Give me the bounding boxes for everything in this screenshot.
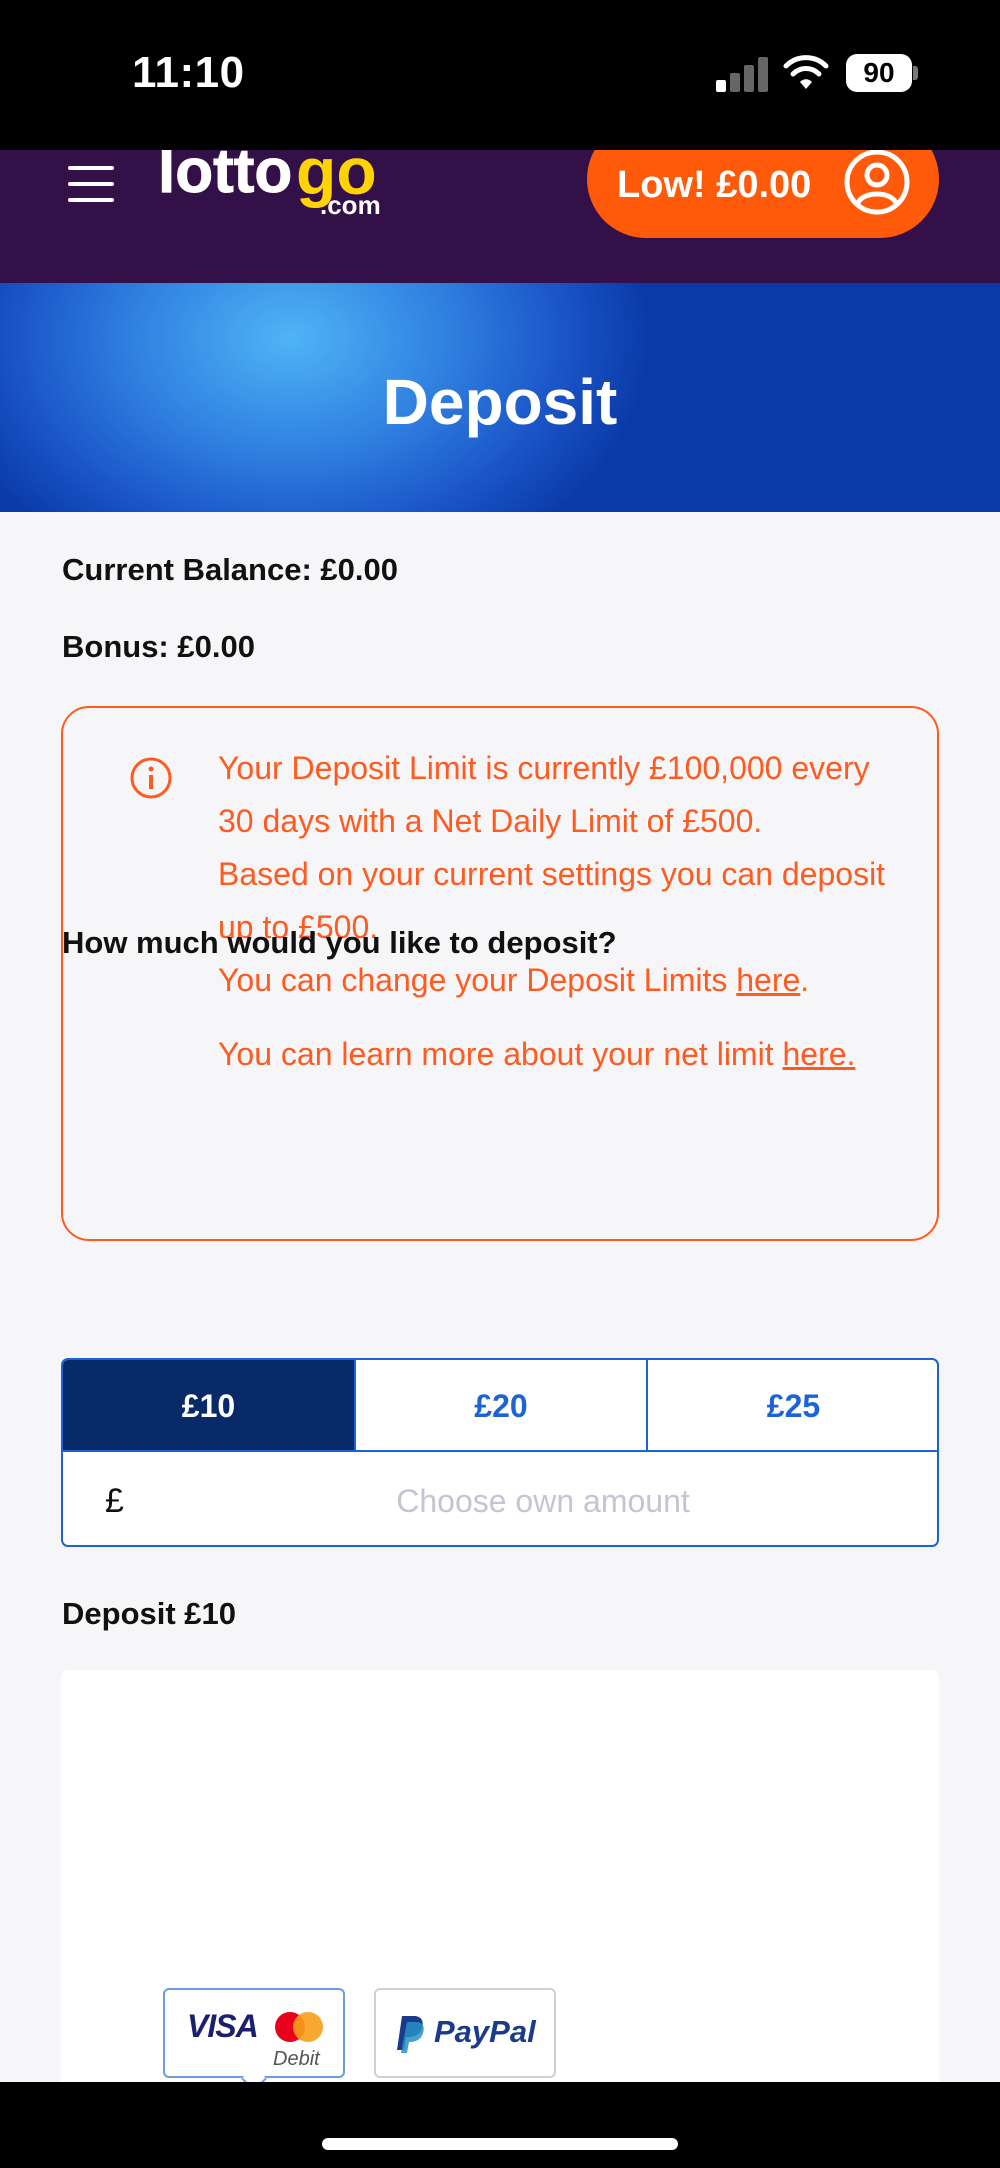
notice-change-suffix: .	[800, 962, 810, 998]
net-limit-link[interactable]: here.	[782, 1036, 855, 1072]
battery-nub	[913, 66, 918, 80]
debit-label: Debit	[273, 2048, 320, 2070]
own-amount-input[interactable]	[163, 1456, 923, 1545]
notice-text: Your Deposit Limit is currently £100,000…	[218, 742, 908, 1081]
mastercard-orange-circle	[293, 2012, 323, 2042]
notice-limit-text: Your Deposit Limit is currently £100,000…	[218, 750, 870, 839]
current-balance: Current Balance: £0.00	[62, 552, 398, 587]
deposit-hero-banner: Deposit	[0, 283, 1000, 512]
home-indicator[interactable]	[322, 2138, 678, 2150]
notice-change-prefix: You can change your Deposit Limits	[218, 962, 737, 998]
notice-change-text: You can change your Deposit Limits here.	[218, 954, 908, 1007]
paypal-logo: PayPal	[434, 2014, 536, 2049]
notice-learn-prefix: You can learn more about your net limit	[218, 1036, 783, 1072]
deposit-content: Current Balance: £0.00 Bonus: £0.00 Your…	[0, 512, 1000, 2082]
notice-learn-text: You can learn more about your net limit …	[218, 1028, 908, 1081]
balance-label: Low! £0.00	[617, 164, 812, 206]
lottogo-logo[interactable]: lotto go .com	[158, 150, 388, 222]
visa-debit-option[interactable]: VISA Debit	[163, 1988, 345, 2082]
user-account-icon	[844, 150, 910, 215]
currency-symbol: £	[105, 1482, 124, 1520]
logo-lotto: lotto	[158, 150, 292, 206]
bonus-balance: Bonus: £0.00	[62, 629, 255, 664]
info-icon	[130, 757, 172, 799]
amount-option-10[interactable]: £10	[63, 1360, 356, 1452]
selected-pointer	[241, 2066, 267, 2082]
battery-icon: 90	[846, 54, 912, 92]
amount-selector: £10 £20 £25 £	[61, 1358, 939, 1547]
deposit-limit-notice: Your Deposit Limit is currently £100,000…	[61, 706, 939, 1241]
status-time: 11:10	[132, 48, 245, 97]
page-title: Deposit	[382, 366, 618, 438]
deposit-question: How much would you like to deposit?	[62, 925, 617, 960]
balance-button[interactable]: Low! £0.00	[587, 150, 939, 238]
wifi-icon	[783, 55, 829, 89]
menu-icon[interactable]	[68, 166, 114, 202]
logo-dotcom: .com	[320, 190, 381, 220]
amount-option-20[interactable]: £20	[356, 1360, 648, 1452]
payment-method-panel: VISA Debit PayPal	[61, 1670, 939, 2082]
cellular-signal-icon	[716, 56, 768, 92]
site-header: lotto go .com Low! £0.00	[0, 150, 1000, 283]
deposit-amount-label: Deposit £10	[62, 1596, 237, 1631]
change-limits-link[interactable]: here	[736, 962, 800, 998]
paypal-option[interactable]: PayPal	[374, 1988, 556, 2078]
status-bar: 11:10 90	[0, 0, 1000, 150]
visa-logo: VISA	[187, 2008, 259, 2044]
home-indicator-bar	[0, 2082, 1000, 2168]
amount-option-25[interactable]: £25	[648, 1360, 937, 1452]
paypal-icon	[397, 2016, 424, 2053]
